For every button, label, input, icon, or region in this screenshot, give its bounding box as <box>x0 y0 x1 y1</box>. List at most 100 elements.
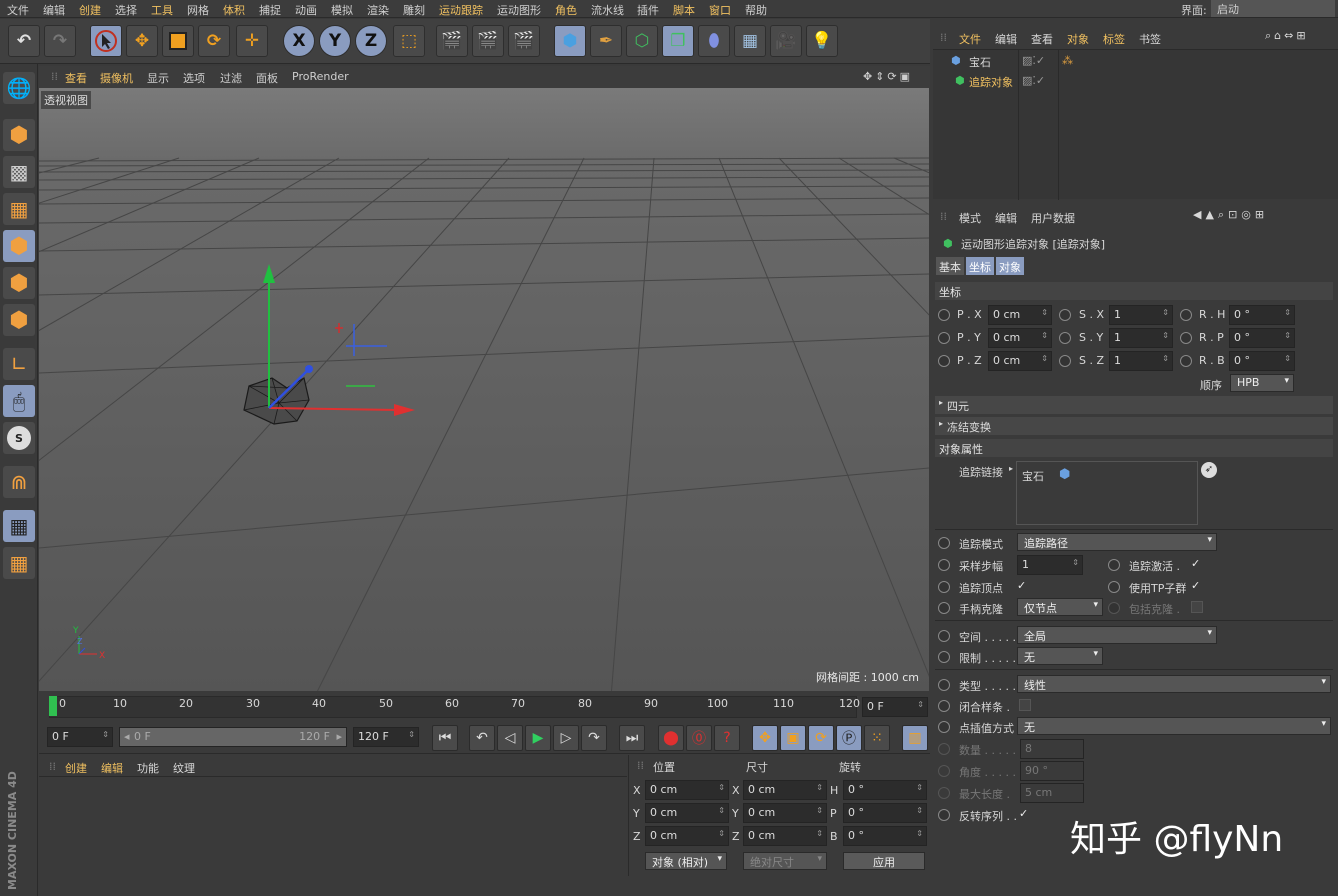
menu-file[interactable]: 文件 <box>7 2 29 18</box>
menu-tools[interactable]: 工具 <box>151 2 173 18</box>
next-key-button[interactable]: ↷ <box>581 725 607 751</box>
start-frame-field[interactable]: 0 F ⇕ <box>47 727 113 747</box>
menu-simulate[interactable]: 模拟 <box>331 2 353 18</box>
sz-field[interactable]: 1 ⇕ <box>1109 351 1173 371</box>
objmgr-header-icons[interactable]: ⌕⌂⇔⊞ <box>1265 29 1309 43</box>
workplane-button[interactable]: ▦ <box>3 193 35 225</box>
anim-radio[interactable] <box>938 355 950 367</box>
timeline-ruler[interactable]: 0 10 20 30 40 50 60 70 80 90 100 110 120… <box>39 692 930 720</box>
light-button[interactable]: 💡 <box>806 25 838 57</box>
px-field[interactable]: 0 cm ⇕ <box>988 305 1052 325</box>
objmgr-menu-tags[interactable]: 标签 <box>1103 31 1125 47</box>
menu-animate[interactable]: 动画 <box>295 2 317 18</box>
coord-pos-x-field[interactable]: 0 cm ⇕ <box>645 780 729 800</box>
anim-radio[interactable] <box>938 809 950 821</box>
layout-switch-button[interactable]: 🌐 <box>3 72 35 104</box>
frame-range-slider[interactable]: ◂ 0 F 120 F ▸ <box>119 727 347 747</box>
record-button[interactable]: ⬤ <box>658 725 684 751</box>
menu-edit[interactable]: 编辑 <box>43 2 65 18</box>
menu-script[interactable]: 脚本 <box>673 2 695 18</box>
current-frame-field[interactable]: 0 F ⇕ <box>862 697 928 717</box>
menu-plugins[interactable]: 插件 <box>637 2 659 18</box>
objmgr-menu-edit[interactable]: 编辑 <box>995 31 1017 47</box>
menu-pipeline[interactable]: 流水线 <box>591 2 624 18</box>
coord-pos-y-field[interactable]: 0 cm ⇕ <box>645 803 729 823</box>
trace-mode-dropdown[interactable]: 追踪路径 ▾ <box>1017 533 1217 551</box>
play-button[interactable]: ▶ <box>525 725 551 751</box>
interpolation-dropdown[interactable]: 无 ▾ <box>1017 717 1331 735</box>
rp-field[interactable]: 0 ° ⇕ <box>1229 328 1295 348</box>
floor-button[interactable]: ▦ <box>734 25 766 57</box>
scale-tool-button[interactable] <box>162 25 194 57</box>
render-settings-button[interactable]: 🎬 <box>508 25 540 57</box>
trace-link-list[interactable]: 宝石 ⬢ <box>1016 461 1198 525</box>
timeline-window-button[interactable]: ▥ <box>902 725 928 751</box>
material-menu-texture[interactable]: 纹理 <box>173 760 195 776</box>
freeze-transform-group[interactable]: ▸ 冻结变换 <box>935 417 1333 435</box>
menu-motion-tracking[interactable]: 运动跟踪 <box>439 2 483 18</box>
prev-key-button[interactable]: ↶ <box>469 725 495 751</box>
make-editable-button[interactable]: ⬢ <box>3 119 35 151</box>
tab-basic[interactable]: 基本 <box>936 257 964 275</box>
menu-help[interactable]: 帮助 <box>745 2 767 18</box>
handle-clone-dropdown[interactable]: 仅节点 ▾ <box>1017 598 1103 616</box>
tweak-mode-button[interactable]: 🖱 <box>3 385 35 417</box>
goto-end-button[interactable]: ⏭ <box>619 725 645 751</box>
layout-dropdown[interactable]: 启动 <box>1211 0 1335 17</box>
viewport-menu-prorender[interactable]: ProRender <box>292 70 349 83</box>
snap-button[interactable]: ⋒ <box>3 466 35 498</box>
cloner-button[interactable]: ❒ <box>662 25 694 57</box>
solo-button[interactable]: S <box>3 422 35 454</box>
subdivision-button[interactable]: ⬡ <box>626 25 658 57</box>
attr-menu-edit[interactable]: 编辑 <box>995 210 1017 226</box>
key-param-button[interactable]: Ⓟ <box>836 725 862 751</box>
render-picture-viewer-button[interactable]: 🎬 <box>472 25 504 57</box>
anim-radio[interactable] <box>1108 559 1120 571</box>
coord-rot-h-field[interactable]: 0 ° ⇕ <box>843 780 927 800</box>
goto-start-button[interactable]: ⏮ <box>432 725 458 751</box>
anim-radio[interactable] <box>938 602 950 614</box>
visibility-toggle-icon[interactable]: ▨⁚✓ <box>1022 54 1045 67</box>
coord-size-y-field[interactable]: 0 cm ⇕ <box>743 803 827 823</box>
anim-radio[interactable] <box>938 721 950 733</box>
visibility-toggle-icon[interactable]: ▨⁚✓ <box>1022 74 1045 87</box>
coord-rot-b-field[interactable]: 0 ° ⇕ <box>843 826 927 846</box>
pz-field[interactable]: 0 cm ⇕ <box>988 351 1052 371</box>
viewport-menu-options[interactable]: 选项 <box>183 70 205 86</box>
key-position-button[interactable]: ✥ <box>752 725 778 751</box>
anim-radio[interactable] <box>1180 355 1192 367</box>
axis-mode-button[interactable]: ∟ <box>3 348 35 380</box>
spline-type-dropdown[interactable]: 线性 ▾ <box>1017 675 1331 693</box>
anim-radio[interactable] <box>938 309 950 321</box>
autokey-button[interactable]: ⓪ <box>686 725 712 751</box>
coord-pos-z-field[interactable]: 0 cm ⇕ <box>645 826 729 846</box>
render-view-button[interactable]: 🎬 <box>436 25 468 57</box>
points-mode-button[interactable]: ⬢ <box>3 230 35 262</box>
redo-button[interactable]: ↷ <box>44 25 76 57</box>
objmgr-menu-view[interactable]: 查看 <box>1031 31 1053 47</box>
py-field[interactable]: 0 cm ⇕ <box>988 328 1052 348</box>
viewport-nav-icons[interactable]: ✥⇕⟳▣ <box>863 70 913 83</box>
keyframe-selection-button[interactable]: ? <box>714 725 740 751</box>
move-tool-button[interactable]: ✥ <box>126 25 158 57</box>
use-tp-checkbox[interactable]: ✓ <box>1191 580 1203 592</box>
tab-coord[interactable]: 坐标 <box>966 257 994 275</box>
anim-radio[interactable] <box>1059 309 1071 321</box>
key-pla-button[interactable]: ⁙ <box>864 725 890 751</box>
deformer-button[interactable]: ⬮ <box>698 25 730 57</box>
anim-radio[interactable] <box>938 679 950 691</box>
menu-create[interactable]: 创建 <box>79 2 101 18</box>
material-menu-function[interactable]: 功能 <box>137 760 159 776</box>
attr-menu-mode[interactable]: 模式 <box>959 210 981 226</box>
sy-field[interactable]: 1 ⇕ <box>1109 328 1173 348</box>
anim-radio[interactable] <box>938 332 950 344</box>
menu-window[interactable]: 窗口 <box>709 2 731 18</box>
pick-object-icon[interactable]: ➶ <box>1201 462 1217 478</box>
quaternion-group[interactable]: ▸ 四元 <box>935 396 1333 414</box>
closed-spline-checkbox[interactable] <box>1019 699 1031 711</box>
menu-mograph[interactable]: 运动图形 <box>497 2 541 18</box>
workplane-lock-button[interactable]: ▦ <box>3 510 35 542</box>
live-select-button[interactable] <box>90 25 122 57</box>
viewport-menu-display[interactable]: 显示 <box>147 70 169 86</box>
anim-radio[interactable] <box>1059 355 1071 367</box>
